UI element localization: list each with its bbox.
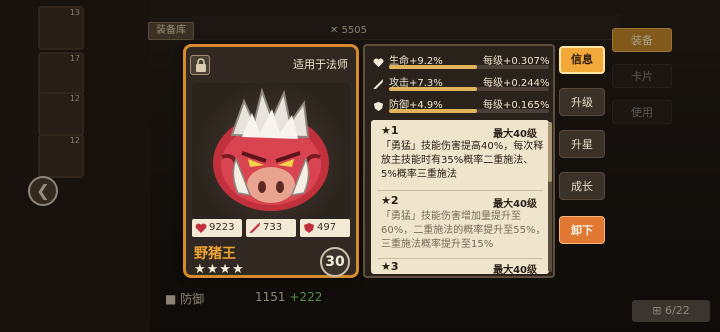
heart-icon — [195, 222, 207, 234]
lock-icon[interactable] — [190, 55, 210, 75]
divider — [377, 190, 543, 191]
progress-bar — [389, 65, 549, 69]
divider — [377, 258, 543, 259]
scrollbar[interactable] — [548, 122, 552, 272]
upgrade-button[interactable]: 升级 — [559, 88, 605, 116]
star-rating: ★★★★ — [194, 262, 245, 277]
progress-bar — [389, 109, 549, 113]
card-attack-stat: 733 — [246, 219, 296, 237]
info-button[interactable]: 信息 — [559, 46, 605, 74]
card-defense-stat: 497 — [300, 219, 350, 237]
shield-icon — [303, 222, 315, 234]
applicable-class: 适用于法师 — [293, 58, 348, 71]
stat-row-hp: 生命+9.2% 每级+0.307% — [371, 50, 551, 69]
level-badge: 30 — [320, 247, 350, 277]
star-up-button[interactable]: 升星 — [559, 130, 605, 158]
sword-icon — [373, 75, 384, 89]
progress-bar — [389, 87, 549, 91]
stat-row-attack: 攻击+7.3% 每级+0.244% — [371, 72, 551, 91]
modal-dim-overlay[interactable] — [0, 0, 720, 332]
skill-entry: ★3 最大40级 — [381, 260, 537, 274]
card-hp-stat: 9223 — [192, 219, 242, 237]
unequip-button[interactable]: 卸下 — [559, 216, 605, 244]
growth-button[interactable]: 成长 — [559, 172, 605, 200]
equipment-card: 适用于法师 9223 733 497 野猪王 ★★★★ 30 — [183, 44, 359, 278]
shield-icon — [373, 97, 384, 112]
heart-icon — [373, 53, 384, 68]
game-screen: 13 17 12 12 ❮ 装备库 ✕ 5505 ■ 防御 1151 +222 … — [0, 0, 720, 332]
sword-icon — [249, 222, 261, 234]
boar-king-portrait — [192, 83, 350, 219]
stat-row-defense: 防御+4.9% 每级+0.165% — [371, 94, 551, 113]
equipment-name: 野猪王 — [194, 246, 236, 262]
skill-entry: ★2 最大40级 「勇猛」技能伤害增加量提升至60%，二重施法的概率提升至55%，… — [381, 194, 546, 250]
info-panel: 生命+9.2% 每级+0.307% 攻击+7.3% 每级+0.244% 防御+4… — [363, 44, 555, 278]
skill-entry: ★1 最大40级 「勇猛」技能伤害提高40%，每次释放主技能时有35%概率二重施法… — [381, 124, 544, 180]
skill-list[interactable]: ★1 最大40级 「勇猛」技能伤害提高40%，每次释放主技能时有35%概率二重施法… — [371, 120, 549, 274]
